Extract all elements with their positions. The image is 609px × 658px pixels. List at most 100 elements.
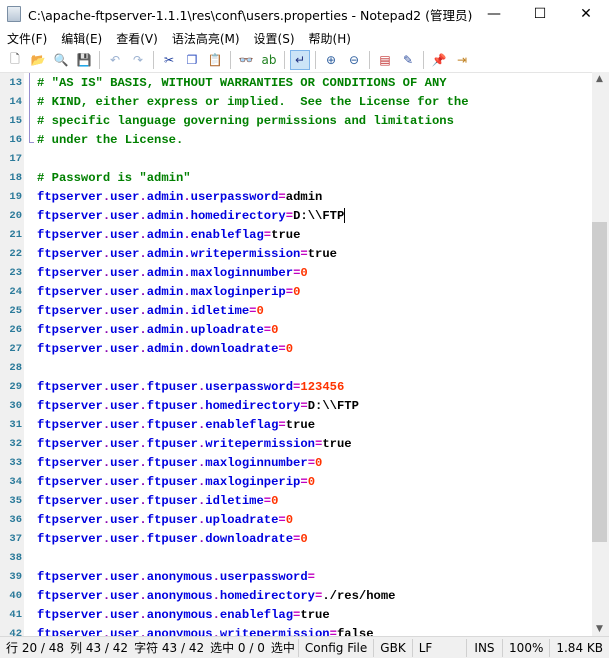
property-key-segment: user [110, 323, 140, 337]
save-icon: 💾 [76, 53, 92, 67]
menu-syntax[interactable]: 语法高亮(M) [165, 30, 247, 47]
pin-icon: 📌 [431, 53, 447, 67]
scheme-button[interactable]: ▤ [375, 50, 395, 70]
code-line[interactable]: 34 ftpserver.user.ftpuser.maxloginperip=0 [0, 473, 592, 492]
code-line[interactable]: 31 ftpserver.user.ftpuser.enableflag=true [0, 416, 592, 435]
status-scheme[interactable]: Config File [299, 638, 375, 657]
menu-file[interactable]: 文件(F) [0, 30, 54, 47]
code-line[interactable]: 26 ftpserver.user.admin.uploadrate=0 [0, 321, 592, 340]
code-line[interactable]: 17 [0, 150, 592, 169]
property-value: true [307, 247, 337, 261]
line-number: 26 [9, 324, 22, 336]
new-file-button[interactable]: 🗋 [5, 50, 25, 70]
property-key-segment: user [110, 380, 140, 394]
code-line[interactable]: 39 ftpserver.user.anonymous.userpassword= [0, 568, 592, 587]
zoom-out-button[interactable]: ⊖ [344, 50, 364, 70]
code-line[interactable]: 41 ftpserver.user.anonymous.enableflag=tr… [0, 606, 592, 625]
cut-button[interactable]: ✂ [159, 50, 179, 70]
property-key-segment: downloadrate [205, 532, 294, 546]
code-line[interactable]: 40 ftpserver.user.anonymous.homedirectory… [0, 587, 592, 606]
status-eol[interactable]: LF [413, 638, 467, 657]
replace-button[interactable]: ab [259, 50, 279, 70]
key-dot: . [183, 342, 191, 356]
word-wrap-button[interactable]: ↵ [290, 50, 310, 70]
scroll-down-arrow[interactable]: ▼ [592, 624, 607, 634]
code-line[interactable]: 24 ftpserver.user.admin.maxloginperip=0 [0, 283, 592, 302]
scroll-up-arrow[interactable]: ▲ [592, 74, 607, 84]
status-zoom[interactable]: 100% [503, 638, 551, 657]
key-dot: . [139, 494, 147, 508]
code-line[interactable]: 33 ftpserver.user.ftpuser.maxloginnumber=… [0, 454, 592, 473]
status-encoding[interactable]: GBK [374, 638, 413, 657]
line-number: 30 [9, 400, 22, 412]
paste-button[interactable]: 📋 [205, 50, 225, 70]
property-key-segment: user [110, 532, 140, 546]
property-key-segment: ftpserver [37, 589, 103, 603]
property-key-segment: userpassword [219, 570, 308, 584]
code-line[interactable]: 36 ftpserver.user.ftpuser.uploadrate=0 [0, 511, 592, 530]
line-content: ftpserver.user.anonymous.writepermission… [37, 625, 374, 636]
menu-edit[interactable]: 编辑(E) [54, 30, 109, 47]
code-line[interactable]: 37 ftpserver.user.ftpuser.downloadrate=0 [0, 530, 592, 549]
code-line[interactable]: 27 ftpserver.user.admin.downloadrate=0 [0, 340, 592, 359]
code-line[interactable]: 30 ftpserver.user.ftpuser.homedirectory=D… [0, 397, 592, 416]
code-line[interactable]: 15 # specific language governing permissi… [0, 112, 592, 131]
find-button[interactable]: 👓 [236, 50, 256, 70]
code-line[interactable]: 16 # under the License. [0, 131, 592, 150]
line-content: ftpserver.user.admin.maxloginnumber=0 [37, 264, 308, 283]
code-line[interactable]: 32 ftpserver.user.ftpuser.writepermission… [0, 435, 592, 454]
menu-help[interactable]: 帮助(H) [302, 30, 358, 47]
copy-button[interactable]: ❐ [182, 50, 202, 70]
text-editor[interactable]: 13 # "AS IS" BASIS, WITHOUT WARRANTIES OR… [0, 72, 592, 636]
toolbar-separator [230, 51, 231, 69]
code-line[interactable]: 22 ftpserver.user.admin.writepermission=t… [0, 245, 592, 264]
key-dot: . [183, 247, 191, 261]
vertical-scrollbar[interactable]: ▲ ▼ [592, 72, 609, 636]
code-line[interactable]: 38 [0, 549, 592, 568]
menu-settings[interactable]: 设置(S) [247, 30, 302, 47]
property-key-segment: ftpserver [37, 399, 103, 413]
property-key-segment: user [110, 475, 140, 489]
property-key-segment: idletime [190, 304, 250, 318]
code-line[interactable]: 29 ftpserver.user.ftpuser.userpassword=12… [0, 378, 592, 397]
code-line[interactable]: 13 # "AS IS" BASIS, WITHOUT WARRANTIES OR… [0, 74, 592, 93]
code-line[interactable]: 20 ftpserver.user.admin.homedirectory=D:\… [0, 207, 592, 226]
code-line[interactable]: 35 ftpserver.user.ftpuser.idletime=0 [0, 492, 592, 511]
menu-view[interactable]: 查看(V) [109, 30, 165, 47]
undo-button[interactable]: ↶ [105, 50, 125, 70]
browse-icon: 🔍 [53, 53, 69, 67]
code-line[interactable]: 19 ftpserver.user.admin.userpassword=admi… [0, 188, 592, 207]
status-ins[interactable]: INS [467, 638, 504, 657]
save-button[interactable]: 💾 [74, 50, 94, 70]
property-key-segment: ftpserver [37, 456, 103, 470]
title-bar: C:\apache-ftpserver-1.1.1\res\conf\users… [0, 0, 609, 28]
zoom-in-button[interactable]: ⊕ [321, 50, 341, 70]
redo-button[interactable]: ↷ [128, 50, 148, 70]
pin-button[interactable]: 📌 [429, 50, 449, 70]
property-key-segment: ftpuser [146, 380, 198, 394]
code-line[interactable]: 28 [0, 359, 592, 378]
open-folder-button[interactable]: 📂 [28, 50, 48, 70]
property-key-segment: uploadrate [190, 323, 264, 337]
property-key-segment: user [110, 285, 140, 299]
comment-text: # "AS IS" BASIS, WITHOUT WARRANTIES OR C… [37, 76, 447, 90]
property-key-segment: ftpserver [37, 513, 103, 527]
code-line[interactable]: 21 ftpserver.user.admin.enableflag=true [0, 226, 592, 245]
scrollbar-thumb[interactable] [592, 222, 607, 542]
code-line[interactable]: 18 # Password is "admin" [0, 169, 592, 188]
property-key-segment: admin [146, 304, 184, 318]
line-content: ftpserver.user.ftpuser.downloadrate=0 [37, 530, 308, 549]
minimize-button[interactable]: — [471, 0, 517, 28]
exit-button[interactable]: ⇥ [452, 50, 472, 70]
code-line[interactable]: 14 # KIND, either express or implied. See… [0, 93, 592, 112]
code-line[interactable]: 25 ftpserver.user.admin.idletime=0 [0, 302, 592, 321]
status-selection: 选中 0 / 0 [210, 640, 265, 655]
code-line[interactable]: 23 ftpserver.user.admin.maxloginnumber=0 [0, 264, 592, 283]
property-value: 123456 [300, 380, 345, 394]
line-number: 25 [9, 305, 22, 317]
browse-button[interactable]: 🔍 [51, 50, 71, 70]
close-button[interactable]: ✕ [563, 0, 609, 28]
customize-scheme-button[interactable]: ✎ [398, 50, 418, 70]
code-line[interactable]: 42 ftpserver.user.anonymous.writepermissi… [0, 625, 592, 636]
maximize-button[interactable]: ☐ [517, 0, 563, 28]
